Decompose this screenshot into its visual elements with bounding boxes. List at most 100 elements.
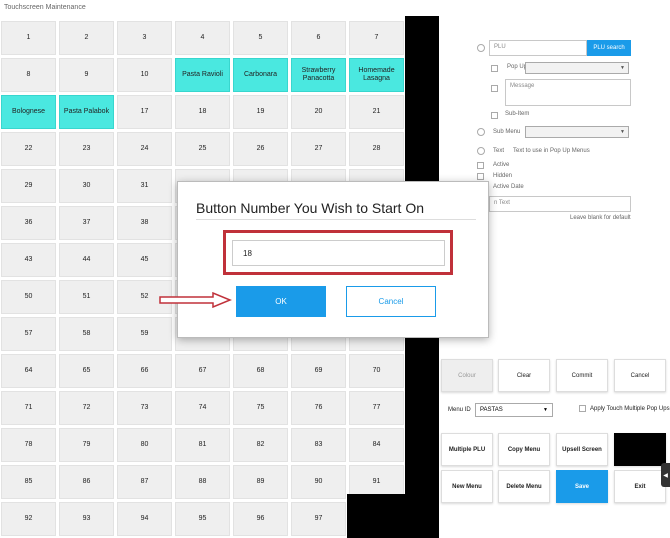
grid-button[interactable]: 44: [59, 243, 114, 277]
grid-button[interactable]: 43: [1, 243, 56, 277]
grid-button[interactable]: 84: [349, 428, 404, 462]
grid-button[interactable]: Strawberry Panacotta: [291, 58, 346, 92]
grid-button[interactable]: 8: [1, 58, 56, 92]
grid-button[interactable]: 20: [291, 95, 346, 129]
grid-button[interactable]: 45: [117, 243, 172, 277]
grid-button[interactable]: 89: [233, 465, 288, 499]
grid-button[interactable]: 86: [59, 465, 114, 499]
grid-button[interactable]: 70: [349, 354, 404, 388]
grid-button[interactable]: 97: [291, 502, 346, 536]
grid-button[interactable]: 30: [59, 169, 114, 203]
grid-button[interactable]: 23: [59, 132, 114, 166]
grid-button[interactable]: 3: [117, 21, 172, 55]
grid-button[interactable]: 81: [175, 428, 230, 462]
plu-input[interactable]: PLU: [489, 40, 587, 56]
grid-button[interactable]: 22: [1, 132, 56, 166]
grid-button[interactable]: 71: [1, 391, 56, 425]
upsell-screen-button[interactable]: Upsell Screen: [556, 433, 608, 466]
dialog-cancel-button[interactable]: Cancel: [346, 286, 436, 317]
grid-button[interactable]: Carbonara: [233, 58, 288, 92]
grid-button[interactable]: 78: [1, 428, 56, 462]
message-checkbox[interactable]: [491, 85, 498, 92]
grid-button[interactable]: 10: [117, 58, 172, 92]
grid-button[interactable]: 5: [233, 21, 288, 55]
grid-button[interactable]: 77: [349, 391, 404, 425]
grid-button[interactable]: Pasta Ravioli: [175, 58, 230, 92]
grid-button[interactable]: Homemade Lasagna: [349, 58, 404, 92]
grid-button[interactable]: 69: [291, 354, 346, 388]
subitem-checkbox[interactable]: [491, 112, 498, 119]
grid-button[interactable]: 93: [59, 502, 114, 536]
grid-button[interactable]: 57: [1, 317, 56, 351]
side-tab-icon[interactable]: ◀: [661, 463, 670, 487]
save-button[interactable]: Save: [556, 470, 608, 503]
multiple-plu-button[interactable]: Multiple PLU: [441, 433, 493, 466]
new-menu-button[interactable]: New Menu: [441, 470, 493, 503]
grid-button[interactable]: 64: [1, 354, 56, 388]
commit-button[interactable]: Commit: [556, 359, 608, 392]
grid-button[interactable]: 96: [233, 502, 288, 536]
apply-touch-checkbox[interactable]: [579, 405, 586, 412]
grid-button[interactable]: 21: [349, 95, 404, 129]
grid-button[interactable]: 50: [1, 280, 56, 314]
plu-search-button[interactable]: PLU search: [587, 40, 631, 56]
submenu-radio[interactable]: [477, 128, 485, 136]
message-field[interactable]: Message: [505, 79, 631, 106]
grid-button[interactable]: 95: [175, 502, 230, 536]
grid-button[interactable]: 82: [233, 428, 288, 462]
popup-select[interactable]: ▼: [525, 62, 629, 74]
start-number-input[interactable]: 18: [232, 240, 445, 266]
grid-button[interactable]: 79: [59, 428, 114, 462]
grid-button[interactable]: 1: [1, 21, 56, 55]
grid-button[interactable]: 29: [1, 169, 56, 203]
grid-button[interactable]: 28: [349, 132, 404, 166]
grid-button[interactable]: 72: [59, 391, 114, 425]
grid-button[interactable]: 94: [117, 502, 172, 536]
copy-menu-button[interactable]: Copy Menu: [498, 433, 550, 466]
grid-button[interactable]: 80: [117, 428, 172, 462]
grid-button[interactable]: 38: [117, 206, 172, 240]
text-radio[interactable]: [477, 147, 485, 155]
grid-button[interactable]: 67: [175, 354, 230, 388]
grid-button[interactable]: 18: [175, 95, 230, 129]
colour-button[interactable]: Colour: [441, 359, 493, 392]
grid-button[interactable]: 17: [117, 95, 172, 129]
grid-button[interactable]: 6: [291, 21, 346, 55]
grid-button[interactable]: 92: [1, 502, 56, 536]
clear-button[interactable]: Clear: [498, 359, 550, 392]
grid-button[interactable]: 59: [117, 317, 172, 351]
grid-button[interactable]: 24: [117, 132, 172, 166]
grid-button[interactable]: 19: [233, 95, 288, 129]
exit-button[interactable]: Exit: [614, 470, 666, 503]
grid-button[interactable]: Pasta Palabok: [59, 95, 114, 129]
hidden-checkbox[interactable]: [477, 173, 484, 180]
grid-button[interactable]: 73: [117, 391, 172, 425]
grid-button[interactable]: 66: [117, 354, 172, 388]
grid-button[interactable]: 31: [117, 169, 172, 203]
grid-button[interactable]: Bolognese: [1, 95, 56, 129]
grid-button[interactable]: 76: [291, 391, 346, 425]
grid-button[interactable]: 58: [59, 317, 114, 351]
grid-button[interactable]: 27: [291, 132, 346, 166]
popup-checkbox[interactable]: [491, 65, 498, 72]
ok-button[interactable]: OK: [236, 286, 326, 317]
grid-button[interactable]: 2: [59, 21, 114, 55]
grid-button[interactable]: 83: [291, 428, 346, 462]
grid-button[interactable]: 90: [291, 465, 346, 499]
active-checkbox[interactable]: [477, 162, 484, 169]
grid-button[interactable]: 7: [349, 21, 404, 55]
cancel-button[interactable]: Cancel: [614, 359, 666, 392]
grid-button[interactable]: 87: [117, 465, 172, 499]
grid-button[interactable]: 37: [59, 206, 114, 240]
grid-button[interactable]: 51: [59, 280, 114, 314]
text-field[interactable]: n Text: [489, 196, 631, 212]
delete-menu-button[interactable]: Delete Menu: [498, 470, 550, 503]
grid-button[interactable]: 25: [175, 132, 230, 166]
grid-button[interactable]: 85: [1, 465, 56, 499]
grid-button[interactable]: 75: [233, 391, 288, 425]
submenu-select[interactable]: ▼: [525, 126, 629, 138]
grid-button[interactable]: 36: [1, 206, 56, 240]
grid-button[interactable]: 26: [233, 132, 288, 166]
grid-button[interactable]: 68: [233, 354, 288, 388]
grid-button[interactable]: 88: [175, 465, 230, 499]
